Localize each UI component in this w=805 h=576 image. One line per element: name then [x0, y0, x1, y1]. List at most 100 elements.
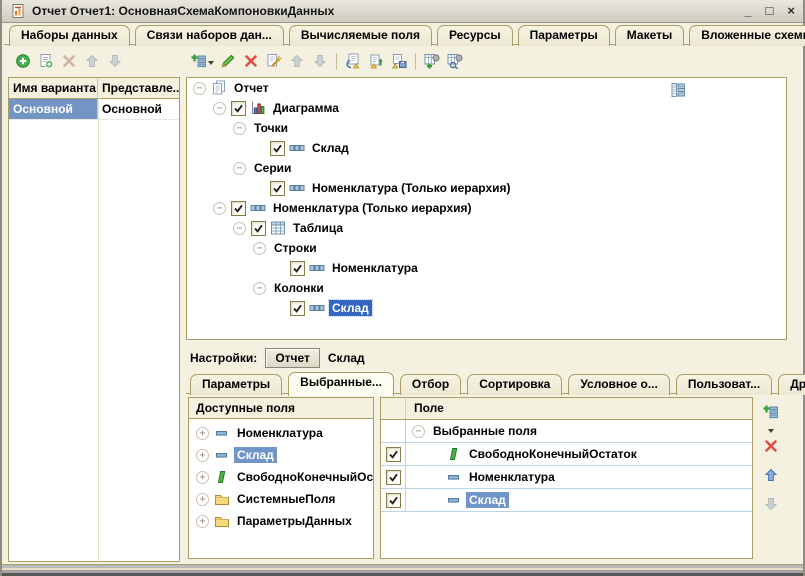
add-field-button-dropdown-arrow[interactable] — [768, 429, 774, 436]
checkbox-column-header — [381, 398, 406, 419]
variants-column-header[interactable]: Имя варианта — [9, 78, 98, 98]
checkbox[interactable] — [386, 493, 401, 508]
window-bottom-border — [2, 564, 803, 576]
checkbox[interactable] — [231, 101, 246, 116]
settings-context-label[interactable]: Склад — [328, 351, 365, 365]
selected-fields-body: −Выбранные поляСвободноКонечныйОстаток Но… — [381, 420, 752, 512]
add-field-button[interactable] — [761, 402, 781, 422]
structure-list-icon[interactable] — [670, 82, 686, 98]
available-fields-panel: Доступные поля +Номенклатура+Склад+Свобо… — [188, 397, 374, 559]
available-field-item[interactable]: +ПараметрыДанных — [189, 510, 373, 532]
move-variant-down-button — [105, 51, 125, 71]
variant-cell[interactable]: Основной — [9, 99, 98, 119]
expand-plus-icon[interactable]: + — [196, 493, 209, 506]
main-tab-4[interactable]: Ресурсы — [437, 25, 513, 46]
variant-row[interactable]: ОсновнойОсновной — [9, 99, 179, 120]
restore-settings-button[interactable] — [343, 51, 363, 71]
tree-item[interactable]: −Номенклатура (Только иерархия) — [187, 198, 786, 218]
main-tab-7[interactable]: Вложенные схемы — [689, 25, 805, 46]
checkbox[interactable] — [386, 470, 401, 485]
expand-minus-icon[interactable]: − — [233, 122, 246, 135]
settings-tab-3[interactable]: Отбор — [400, 374, 461, 395]
main-tab-1[interactable]: Наборы данных — [9, 25, 130, 46]
tree-item[interactable]: Номенклатура — [187, 258, 786, 278]
expand-minus-icon[interactable]: − — [233, 162, 246, 175]
close-button[interactable]: × — [787, 2, 795, 20]
copy-variant-button[interactable] — [36, 51, 56, 71]
expand-minus-icon[interactable]: − — [233, 222, 246, 235]
add-setting-button[interactable] — [189, 51, 215, 71]
expand-minus-icon[interactable]: − — [412, 425, 425, 438]
report-scope-button[interactable]: Отчет — [265, 348, 320, 368]
tree-item[interactable]: Номенклатура (Только иерархия) — [187, 178, 786, 198]
minimize-button[interactable]: _ — [744, 2, 751, 20]
checkbox[interactable] — [270, 181, 285, 196]
variants-panel: Имя вариантаПредставле... ОсновнойОсновн… — [8, 46, 180, 562]
available-fields-list: +Номенклатура+Склад+СвободноКонечныйОста… — [189, 422, 373, 532]
delete-field-button[interactable] — [761, 436, 781, 456]
checkbox[interactable] — [251, 221, 266, 236]
available-field-item[interactable]: +СвободноКонечныйОстат... — [189, 466, 373, 488]
tree-item[interactable]: −Серии — [187, 158, 786, 178]
expand-minus-icon[interactable]: − — [253, 242, 266, 255]
settings-wizard-button[interactable] — [264, 51, 284, 71]
tree-item[interactable]: Склад — [187, 138, 786, 158]
main-tab-5[interactable]: Параметры — [518, 25, 610, 46]
settings-tab-2[interactable]: Выбранные... — [288, 372, 394, 396]
toolbar-separator — [336, 53, 337, 70]
checkbox[interactable] — [290, 261, 305, 276]
selected-field-row[interactable]: СвободноКонечныйОстаток — [381, 443, 752, 466]
composition-check-button[interactable] — [445, 51, 465, 71]
expand-minus-icon[interactable]: − — [193, 82, 206, 95]
settings-tab-1[interactable]: Параметры — [190, 374, 282, 395]
checkbox[interactable] — [231, 201, 246, 216]
settings-tab-4[interactable]: Сортировка — [467, 374, 562, 395]
expand-plus-icon[interactable]: + — [196, 449, 209, 462]
add-variant-button[interactable] — [13, 51, 33, 71]
expand-minus-icon[interactable]: − — [253, 282, 266, 295]
tree-item[interactable]: −Строки — [187, 238, 786, 258]
settings-structure-panel: −Отчет−Диаграмма−ТочкиСклад−СерииНоменкл… — [184, 46, 799, 562]
expand-plus-icon[interactable]: + — [196, 427, 209, 440]
expand-plus-icon[interactable]: + — [196, 515, 209, 528]
available-field-item[interactable]: +Склад — [189, 444, 373, 466]
variant-cell[interactable]: Основной — [98, 99, 179, 119]
delete-setting-button[interactable] — [241, 51, 261, 71]
expand-plus-icon[interactable]: + — [196, 471, 209, 484]
edit-setting-button[interactable] — [218, 51, 238, 71]
tree-item[interactable]: Склад — [187, 298, 786, 318]
add-setting-button-dropdown-arrow[interactable] — [208, 61, 214, 68]
selected-field-label: Номенклатура — [466, 469, 558, 485]
settings-tab-5[interactable]: Условное о... — [568, 374, 669, 395]
selected-field-row[interactable]: Склад — [381, 489, 752, 512]
tree-item[interactable]: −Таблица — [187, 218, 786, 238]
checkbox[interactable] — [290, 301, 305, 316]
move-field-up-button[interactable] — [761, 465, 781, 485]
report-window-icon — [10, 3, 26, 19]
checkbox[interactable] — [270, 141, 285, 156]
expand-minus-icon[interactable]: − — [213, 102, 226, 115]
available-field-item[interactable]: +Номенклатура — [189, 422, 373, 444]
main-tab-3[interactable]: Вычисляемые поля — [289, 25, 432, 46]
tree-item-label: Серии — [251, 160, 294, 176]
maximize-button[interactable]: □ — [766, 2, 774, 20]
tree-item[interactable]: −Точки — [187, 118, 786, 138]
tree-item[interactable]: −Отчет — [187, 78, 786, 98]
selected-field-row[interactable]: −Выбранные поля — [381, 420, 752, 443]
selected-field-row[interactable]: Номенклатура — [381, 466, 752, 489]
selected-fields-toolbar — [757, 402, 785, 523]
main-tab-6[interactable]: Макеты — [615, 25, 684, 46]
variants-column-header[interactable]: Представле... — [98, 78, 179, 98]
composition-add-button[interactable] — [422, 51, 442, 71]
load-settings-button[interactable] — [366, 51, 386, 71]
main-tab-2[interactable]: Связи наборов дан... — [135, 25, 284, 46]
save-settings-button[interactable] — [389, 51, 409, 71]
settings-tab-6[interactable]: Пользоват... — [676, 374, 772, 395]
settings-structure-tree: −Отчет−Диаграмма−ТочкиСклад−СерииНоменкл… — [186, 77, 787, 340]
tree-item[interactable]: −Колонки — [187, 278, 786, 298]
tree-item[interactable]: −Диаграмма — [187, 98, 786, 118]
settings-tab-7[interactable]: Другие нас... — [778, 374, 805, 395]
expand-minus-icon[interactable]: − — [213, 202, 226, 215]
available-field-item[interactable]: +СистемныеПоля — [189, 488, 373, 510]
checkbox[interactable] — [386, 447, 401, 462]
